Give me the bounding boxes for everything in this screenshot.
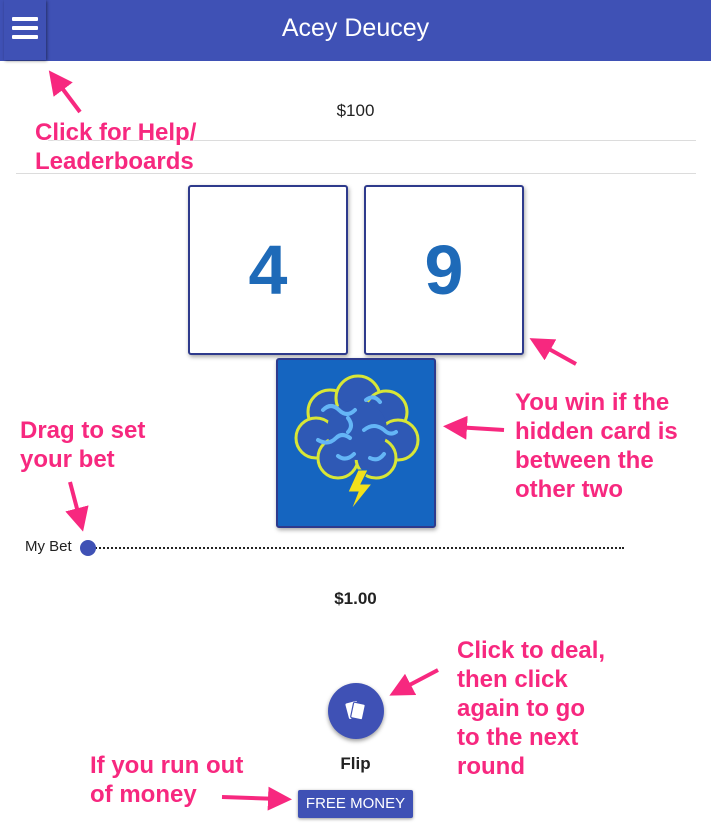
app-bar: Acey Deucey xyxy=(0,0,711,61)
annotation-line: Drag to set xyxy=(20,417,146,444)
arrow-flip xyxy=(389,668,439,696)
bet-slider-track[interactable] xyxy=(88,547,624,549)
annotation-win: You win if the hidden card is between th… xyxy=(515,388,678,504)
annotation-line: of money xyxy=(90,781,197,808)
arrow-cards xyxy=(529,338,577,366)
annotation-deal: Click to deal, then click again to go to… xyxy=(457,636,605,781)
cards-icon xyxy=(345,701,366,721)
app-title: Acey Deucey xyxy=(281,14,430,42)
annotation-line: other two xyxy=(515,476,623,503)
left-card: 4 xyxy=(188,185,348,355)
annotation-line: again to go xyxy=(457,695,585,722)
annotation-line: your bet xyxy=(20,446,115,473)
annotation-help: Click for Help/ Leaderboards xyxy=(35,118,196,176)
annotation-line: then click xyxy=(457,666,568,693)
bet-amount: $1.00 xyxy=(334,589,377,608)
bet-slider-thumb[interactable] xyxy=(80,540,96,556)
annotation-line: to the next xyxy=(457,724,579,751)
hidden-card xyxy=(276,358,436,528)
annotation-line: Click for Help/ xyxy=(35,119,197,146)
annotation-line: between the xyxy=(515,447,654,474)
brain-lightning-icon xyxy=(294,374,420,511)
free-money-button[interactable]: FREE MONEY xyxy=(298,790,413,818)
flip-button[interactable] xyxy=(328,683,384,739)
annotation-bet: Drag to set your bet xyxy=(20,416,145,474)
annotation-line: round xyxy=(457,753,525,780)
bet-slider-label: My Bet xyxy=(25,538,72,555)
annotation-line: hidden card is xyxy=(515,418,678,445)
annotation-line: Click to deal, xyxy=(457,637,606,664)
arrow-hidden-card xyxy=(443,415,505,440)
right-card: 9 xyxy=(364,185,524,355)
annotation-line: Leaderboards xyxy=(35,148,194,175)
annotation-line: If you run out xyxy=(90,752,244,779)
annotation-line: You win if the xyxy=(515,389,670,416)
arrow-slider xyxy=(65,481,89,532)
annotation-money: If you run out of money xyxy=(90,751,243,809)
